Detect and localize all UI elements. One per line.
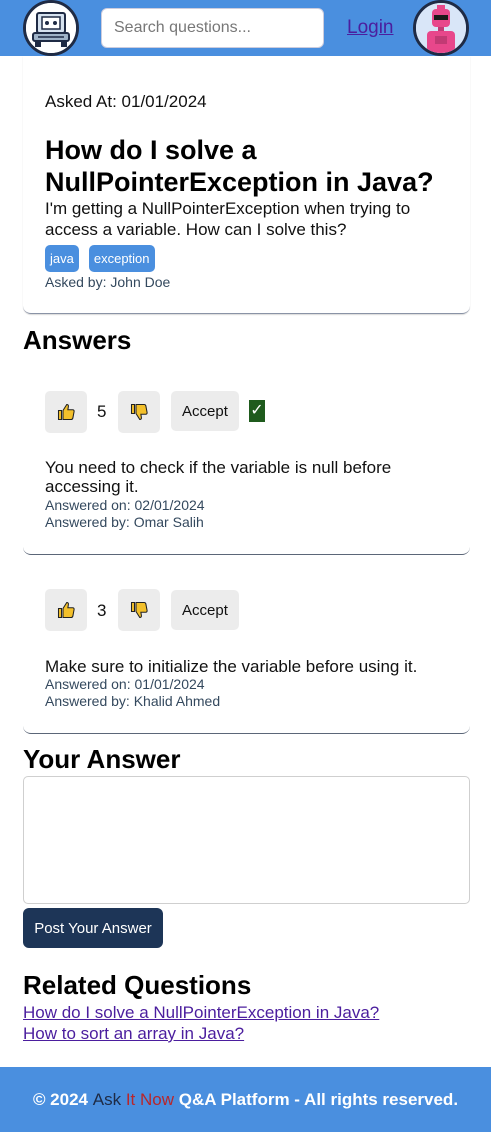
thumbs-down-icon [130, 601, 148, 619]
footer-copyright: © 2024 [32, 1089, 93, 1109]
related-question-link[interactable]: How to sort an array in Java? [23, 1024, 244, 1044]
tag-list: java exception [45, 245, 155, 272]
upvote-button[interactable] [45, 589, 87, 631]
footer-rights: Q&A Platform - All rights reserved. [174, 1089, 459, 1109]
tag-java[interactable]: java [45, 245, 79, 272]
downvote-button[interactable] [118, 589, 160, 631]
thumbs-down-icon [130, 403, 148, 421]
post-answer-button[interactable]: Post Your Answer [23, 908, 163, 948]
answered-on: Answered on: 02/01/2024 [45, 497, 205, 513]
question-card: Asked At: 01/01/2024 How do I solve a Nu… [23, 56, 470, 314]
thumbs-up-icon [57, 601, 75, 619]
related-question-link[interactable]: How do I solve a NullPointerException in… [23, 1003, 379, 1023]
accepted-check-icon: ✓ [249, 400, 265, 422]
pink-robot-avatar-icon[interactable] [413, 0, 469, 56]
downvote-button[interactable] [118, 391, 160, 433]
question-title: How do I solve a NullPointerException in… [45, 135, 434, 197]
answered-by: Answered by: Omar Salih [45, 514, 204, 530]
upvote-button[interactable] [45, 391, 87, 433]
answer-text: You need to check if the variable is nul… [45, 458, 392, 496]
accept-button[interactable]: Accept [171, 590, 239, 630]
answer-textarea[interactable] [23, 776, 470, 904]
vote-count: 3 [97, 601, 107, 620]
asked-by: Asked by: John Doe [45, 274, 171, 290]
thumbs-up-icon [57, 403, 75, 421]
brand-now: Now [140, 1089, 175, 1109]
accept-button[interactable]: Accept [171, 391, 239, 431]
tag-exception[interactable]: exception [88, 245, 155, 272]
brand-ask: Ask [92, 1089, 122, 1109]
login-link[interactable]: Login [347, 17, 394, 39]
question-body: I'm getting a NullPointerException when … [45, 199, 411, 239]
answer-card: 3 Accept Make sure to initialize the var… [23, 556, 470, 734]
search-input[interactable] [101, 8, 324, 48]
asked-at: Asked At: 01/01/2024 [45, 92, 207, 111]
answered-on: Answered on: 01/01/2024 [45, 676, 205, 692]
answer-card: 5 Accept ✓ You need to check if the vari… [23, 357, 470, 555]
robot-laptop-logo-icon[interactable] [23, 0, 79, 56]
site-header: Login [0, 0, 491, 56]
related-questions-heading: Related Questions [23, 970, 252, 1000]
your-answer-heading: Your Answer [23, 744, 181, 774]
answered-by: Answered by: Khalid Ahmed [45, 693, 221, 709]
answer-text: Make sure to initialize the variable bef… [45, 657, 418, 676]
vote-count: 5 [97, 402, 107, 421]
answers-heading: Answers [23, 325, 132, 355]
site-footer: © 2024 Ask It Now Q&A Platform - All rig… [0, 1067, 491, 1132]
brand-it: It [125, 1089, 136, 1109]
